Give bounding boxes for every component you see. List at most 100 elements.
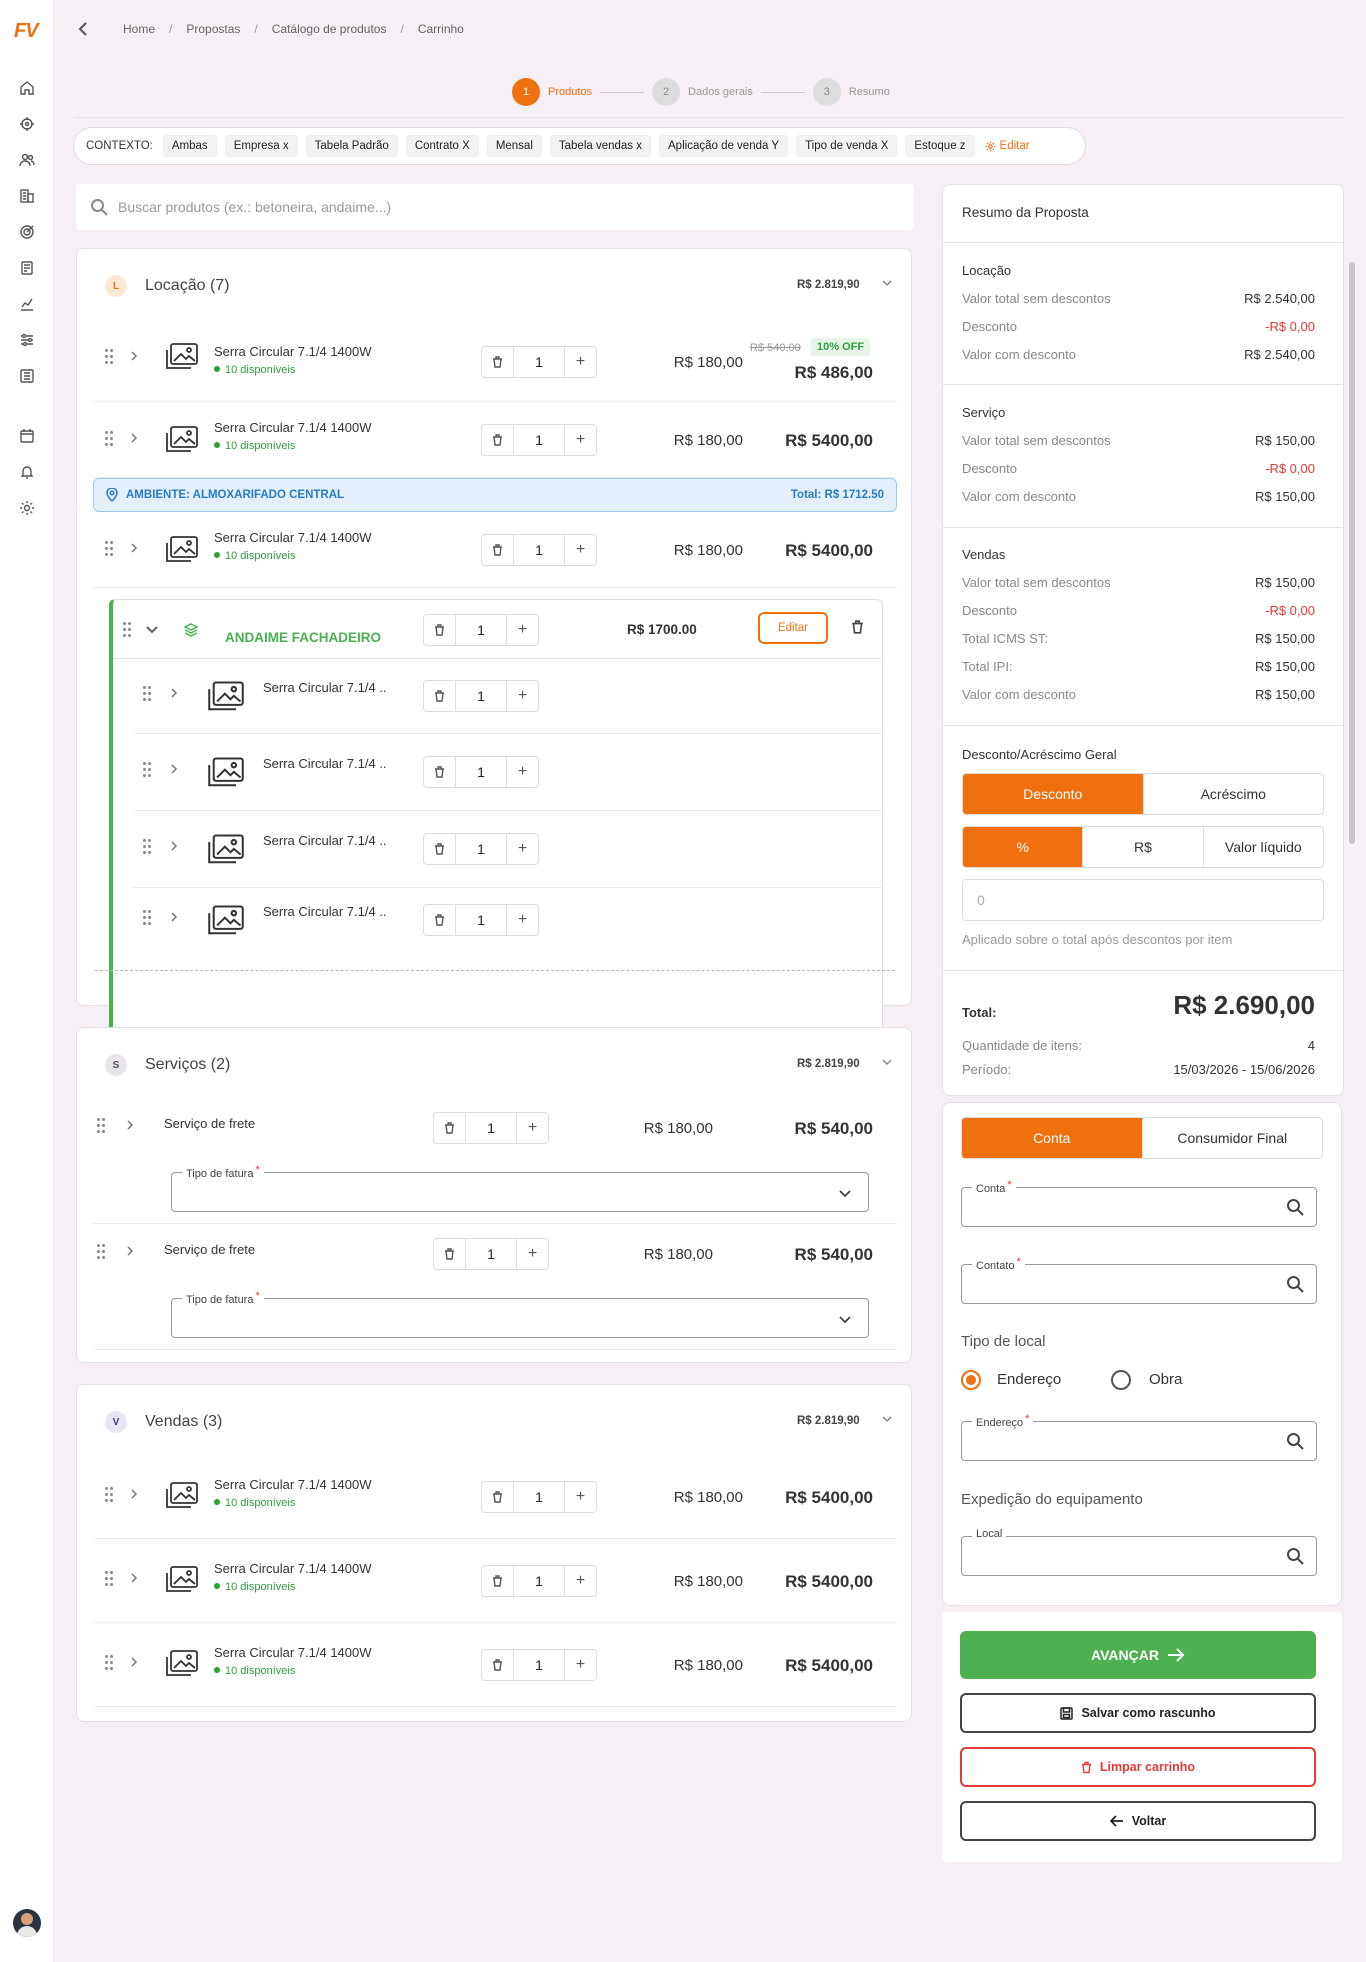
plus-icon[interactable]: +	[506, 905, 538, 935]
trash-icon[interactable]	[482, 347, 514, 377]
plus-icon[interactable]: +	[564, 535, 596, 565]
step-1-label[interactable]: Produtos	[548, 86, 592, 98]
discount-mode-desconto[interactable]: Desconto	[963, 774, 1143, 814]
quantity-value[interactable]: 1	[514, 347, 564, 377]
radio-obra-label[interactable]: Obra	[1149, 1371, 1182, 1388]
drag-handle-icon[interactable]	[97, 1118, 107, 1138]
chevron-right-icon[interactable]	[129, 541, 139, 557]
radio-endereco[interactable]	[961, 1370, 981, 1390]
quantity-value[interactable]: 1	[456, 757, 506, 787]
chevron-down-icon[interactable]	[145, 624, 159, 639]
step-2-label[interactable]: Dados gerais	[688, 86, 753, 98]
tipo-fatura-select[interactable]: Tipo de fatura *	[171, 1290, 869, 1338]
step-3-number[interactable]: 3	[812, 78, 841, 106]
chevron-right-icon[interactable]	[169, 686, 179, 702]
quantity-value[interactable]: 1	[466, 1239, 516, 1269]
chevron-right-icon[interactable]	[129, 1655, 139, 1671]
plus-icon[interactable]: +	[564, 1566, 596, 1596]
trash-icon[interactable]	[482, 1566, 514, 1596]
search-icon[interactable]	[1286, 1198, 1304, 1219]
radio-obra[interactable]	[1111, 1370, 1131, 1390]
trash-icon[interactable]	[434, 1113, 466, 1143]
chevron-right-icon[interactable]	[125, 1118, 135, 1134]
chevron-right-icon[interactable]	[129, 1571, 139, 1587]
conta-input[interactable]: Conta *	[961, 1179, 1317, 1227]
step-2-number[interactable]: 2	[652, 78, 681, 106]
drag-handle-icon[interactable]	[97, 1244, 107, 1264]
trash-icon[interactable]	[851, 620, 864, 637]
plus-icon[interactable]: +	[506, 615, 538, 645]
trash-icon[interactable]	[482, 425, 514, 455]
quantity-value[interactable]: 1	[514, 1482, 564, 1512]
quantity-value[interactable]: 1	[514, 425, 564, 455]
discount-unit-net[interactable]: Valor líquido	[1202, 827, 1323, 867]
breadcrumb-catalogo[interactable]: Catálogo de produtos	[272, 22, 387, 36]
chevron-right-icon[interactable]	[129, 349, 139, 365]
search-icon[interactable]	[1286, 1275, 1304, 1296]
scrollbar-thumb[interactable]	[1349, 262, 1355, 844]
drag-handle-icon[interactable]	[105, 541, 115, 561]
building-icon[interactable]	[15, 184, 39, 208]
clear-cart-button[interactable]: Limpar carrinho	[960, 1747, 1316, 1787]
document-icon[interactable]	[15, 256, 39, 280]
drag-handle-icon[interactable]	[105, 1655, 115, 1675]
chevron-right-icon[interactable]	[129, 1487, 139, 1503]
radio-endereco-label[interactable]: Endereço	[997, 1371, 1061, 1388]
chevron-down-icon[interactable]	[838, 1187, 852, 1202]
discount-input[interactable]: 0	[962, 879, 1324, 921]
chevron-right-icon[interactable]	[125, 1244, 135, 1260]
plus-icon[interactable]: +	[506, 757, 538, 787]
context-edit-button[interactable]: Editar	[985, 140, 1030, 152]
breadcrumb-propostas[interactable]: Propostas	[186, 22, 240, 36]
avatar[interactable]	[13, 1909, 41, 1937]
quantity-value[interactable]: 1	[456, 681, 506, 711]
bell-icon[interactable]	[15, 460, 39, 484]
settings-icon[interactable]	[15, 496, 39, 520]
home-icon[interactable]	[15, 76, 39, 100]
search-icon[interactable]	[1286, 1432, 1304, 1453]
drag-handle-icon[interactable]	[105, 1571, 115, 1591]
plus-icon[interactable]: +	[516, 1239, 548, 1269]
quantity-value[interactable]: 1	[456, 834, 506, 864]
app-logo[interactable]: FV	[14, 20, 39, 43]
save-draft-button[interactable]: Salvar como rascunho	[960, 1693, 1316, 1733]
quantity-value[interactable]: 1	[514, 1566, 564, 1596]
step-3-label[interactable]: Resumo	[849, 86, 890, 98]
chevron-right-icon[interactable]	[169, 910, 179, 926]
drag-handle-icon[interactable]	[143, 839, 153, 859]
quantity-value[interactable]: 1	[514, 1650, 564, 1680]
drag-handle-icon[interactable]	[105, 431, 115, 451]
advance-button[interactable]: AVANÇAR	[960, 1631, 1316, 1679]
discount-mode-acrescimo[interactable]: Acréscimo	[1142, 774, 1324, 814]
plus-icon[interactable]: +	[564, 425, 596, 455]
chevron-down-icon[interactable]	[881, 1056, 893, 1071]
plus-icon[interactable]: +	[564, 347, 596, 377]
users-icon[interactable]	[15, 148, 39, 172]
drag-handle-icon[interactable]	[143, 762, 153, 782]
trash-icon[interactable]	[424, 615, 456, 645]
filters-icon[interactable]	[15, 328, 39, 352]
trash-icon[interactable]	[434, 1239, 466, 1269]
local-input[interactable]: Local	[961, 1528, 1317, 1576]
trash-icon[interactable]	[424, 681, 456, 711]
drag-handle-icon[interactable]	[123, 622, 133, 642]
drag-handle-icon[interactable]	[143, 686, 153, 706]
chevron-down-icon[interactable]	[881, 1413, 893, 1428]
search-input[interactable]: Buscar produtos (ex.: betoneira, andaime…	[118, 199, 391, 215]
chevron-right-icon[interactable]	[169, 762, 179, 778]
search-bar[interactable]: Buscar produtos (ex.: betoneira, andaime…	[76, 184, 914, 230]
tab-conta[interactable]: Conta	[962, 1118, 1142, 1158]
plus-icon[interactable]: +	[564, 1482, 596, 1512]
endereco-input[interactable]: Endereço *	[961, 1413, 1317, 1461]
discount-unit-currency[interactable]: R$	[1082, 827, 1202, 867]
trash-icon[interactable]	[482, 1482, 514, 1512]
step-1-number[interactable]: 1	[512, 78, 540, 106]
trash-icon[interactable]	[482, 535, 514, 565]
trash-icon[interactable]	[424, 905, 456, 935]
trash-icon[interactable]	[424, 834, 456, 864]
plus-icon[interactable]: +	[506, 681, 538, 711]
trash-icon[interactable]	[482, 1650, 514, 1680]
back-arrow-icon[interactable]	[75, 20, 95, 40]
quantity-value[interactable]: 1	[466, 1113, 516, 1143]
tipo-fatura-select[interactable]: Tipo de fatura *	[171, 1164, 869, 1212]
